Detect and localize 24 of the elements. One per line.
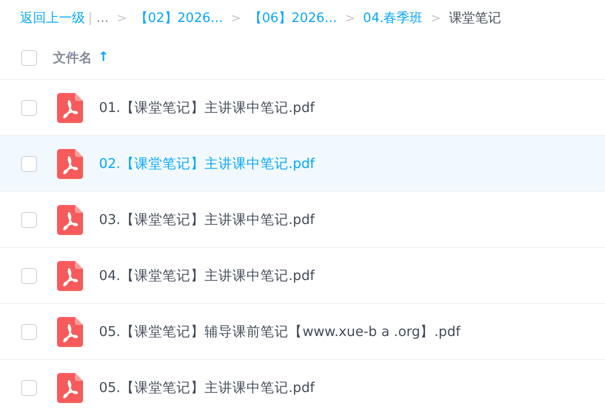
pdf-file-icon xyxy=(57,204,83,234)
pdf-file-icon xyxy=(57,372,83,402)
pdf-file-icon xyxy=(57,316,83,346)
breadcrumb-separator: > xyxy=(430,11,441,25)
row-checkbox[interactable] xyxy=(21,324,37,340)
file-name[interactable]: 04.【课堂笔记】主讲课中笔记.pdf xyxy=(99,266,315,284)
breadcrumb-separator: > xyxy=(116,11,127,25)
row-checkbox[interactable] xyxy=(21,100,37,116)
current-folder-text: 课堂笔记 xyxy=(448,10,501,27)
pdf-file-icon xyxy=(57,92,83,122)
select-all-checkbox[interactable] xyxy=(21,50,37,66)
pdf-file-icon xyxy=(57,260,83,290)
row-checkbox[interactable] xyxy=(21,380,37,396)
file-name[interactable]: 01.【课堂笔记】主讲课中笔记.pdf xyxy=(99,98,315,116)
breadcrumb-separator: > xyxy=(344,11,356,25)
file-name[interactable]: 03.【课堂笔记】主讲课中笔记.pdf xyxy=(99,210,315,228)
file-name[interactable]: 05.【课堂笔记】主讲课中笔记.pdf xyxy=(99,378,315,396)
breadcrumb-separator: > xyxy=(230,11,241,25)
file-name[interactable]: 05.【课堂笔记】辅导课前笔记【www.xue-b a .org】.pdf xyxy=(99,322,460,340)
row-checkbox[interactable] xyxy=(21,268,37,284)
row-checkbox[interactable] xyxy=(21,156,37,172)
row-checkbox[interactable] xyxy=(21,212,37,228)
pdf-file-icon xyxy=(57,148,83,178)
divider-text: | xyxy=(88,10,92,26)
